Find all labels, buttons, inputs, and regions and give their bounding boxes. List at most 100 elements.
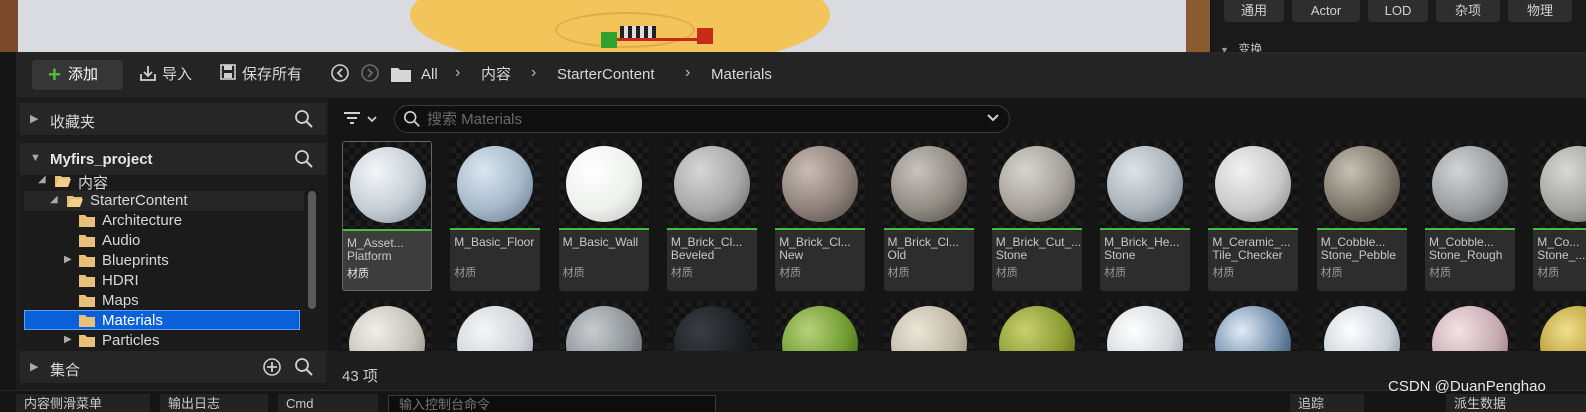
asset-tile[interactable] [883,301,974,351]
level-viewport[interactable] [0,0,1210,52]
breadcrumb-content[interactable]: 内容 [481,65,511,85]
add-collection-icon[interactable] [262,357,282,380]
breadcrumb-all[interactable]: All [421,65,438,85]
chevron-right-icon[interactable]: › [455,64,460,82]
collections-label: 集合 [50,362,81,379]
material-sphere-icon [1432,306,1508,351]
tree-item-content[interactable]: ◢ 内容 [24,171,304,192]
asset-tile[interactable]: M_Cobble... Stone_Pebble 材质 [1316,141,1407,291]
asset-thumbnail [775,301,866,351]
details-tab-physics[interactable]: 物理 [1508,0,1572,22]
chevron-right-icon[interactable]: › [531,64,536,82]
expand-arrow-icon[interactable]: ▶ [64,334,72,345]
asset-tile[interactable]: M_Brick_Cut_... Stone 材质 [991,141,1082,291]
content-browser-toolbar: + 添加 导入 保存所有 All › 内容 › StarterContent ›… [16,53,1586,97]
asset-type: 材质 [454,267,477,279]
asset-thumbnail [883,301,974,351]
derived-data-button[interactable]: 派生数据 [1446,394,1586,412]
asset-thumbnail [991,141,1082,229]
asset-name: M_Brick_He... Stone [1104,236,1188,262]
asset-tile[interactable] [558,301,649,351]
asset-tile[interactable] [1208,301,1299,351]
asset-search-box[interactable] [394,105,1010,133]
derived-data-label: 派生数据 [1454,396,1507,411]
material-sphere-icon [1323,306,1400,351]
asset-search-input[interactable] [427,109,967,129]
asset-type: 材质 [1104,267,1127,279]
asset-tile[interactable]: M_Cobble... Stone_Rough 材质 [1425,141,1515,291]
trace-button[interactable]: 追踪 [1290,394,1364,412]
material-sphere-icon [1323,146,1400,222]
save-icon [219,63,237,86]
breadcrumb-materials[interactable]: Materials [711,65,772,85]
asset-thumbnail [1208,301,1299,351]
details-tab-actor[interactable]: Actor [1292,0,1360,22]
favorites-header[interactable]: ▶ 收藏夹 [20,103,326,135]
tree-item-audio[interactable]: Audio [24,231,304,251]
asset-tile[interactable] [342,301,432,351]
asset-thumbnail [343,142,431,230]
tree-item-materials[interactable]: Materials [24,310,300,330]
details-tab-lod[interactable]: LOD [1368,0,1428,22]
bottom-status-bar: 内容侧滑菜单 输出日志 Cmd 追踪 派生数据 [0,390,1586,412]
back-icon[interactable] [330,63,350,88]
gizmo-y-handle[interactable] [601,32,617,48]
save-all-button[interactable]: 保存所有 [242,65,302,85]
asset-thumbnail [1100,301,1191,351]
tree-item-maps[interactable]: Maps [24,291,304,311]
asset-tile[interactable] [991,301,1082,351]
tree-item-particles[interactable]: ▶ Particles [24,331,304,351]
search-icon[interactable] [294,357,314,380]
tree-item-hdri[interactable]: HDRI [24,271,304,291]
asset-tile[interactable] [666,301,757,351]
filter-icon[interactable] [342,109,382,132]
import-button[interactable]: 导入 [162,65,192,85]
asset-tile[interactable] [450,301,541,351]
asset-tile[interactable]: M_Basic_Wall 材质 [558,141,649,291]
search-icon[interactable] [294,109,314,132]
tree-item-blueprints[interactable]: ▶ Blueprints [24,251,304,271]
gizmo-x-axis[interactable] [617,38,697,41]
details-tab-misc[interactable]: 杂项 [1436,0,1500,22]
tree-item-architecture[interactable]: Architecture [24,211,304,231]
cmd-dropdown[interactable]: Cmd [278,394,378,412]
open-folder-icon [66,194,84,208]
chevron-right-icon[interactable]: › [685,64,690,82]
breadcrumb-startercontent[interactable]: StarterContent [557,65,655,85]
asset-tile[interactable]: M_Brick_Cl... Beveled 材质 [666,141,757,291]
add-button[interactable]: + 添加 [32,60,123,90]
asset-thumbnail [1208,141,1299,229]
asset-tile[interactable] [1100,301,1191,351]
expand-arrow-icon[interactable]: ▶ [64,254,72,265]
chevron-down-icon[interactable] [985,110,1001,129]
asset-name-line1: M_Basic_Floor [454,236,535,249]
asset-tile[interactable]: M_Brick_Cl... New 材质 [775,141,866,291]
details-tab-general[interactable]: 通用 [1224,0,1284,22]
search-icon[interactable] [294,149,314,172]
asset-name: M_Cobble... Stone_Rough [1429,236,1513,262]
material-sphere-icon [998,146,1075,222]
asset-tile[interactable]: M_Co... Stone_... 材质 [1533,141,1586,291]
output-log-label: 输出日志 [168,396,221,411]
gizmo-x-handle[interactable] [697,28,713,44]
asset-tile[interactable]: M_Ceramic_... Tile_Checker 材质 [1208,141,1299,291]
tree-item-startercontent[interactable]: ◢ StarterContent [24,191,304,211]
asset-tile[interactable] [1533,301,1586,351]
forward-icon[interactable] [360,63,380,88]
asset-tile[interactable]: M_Brick_Cl... Old 材质 [883,141,974,291]
asset-tile[interactable]: M_Brick_He... Stone 材质 [1100,141,1191,291]
content-drawer-button[interactable]: 内容侧滑菜单 [16,394,150,412]
asset-tile[interactable] [1316,301,1407,351]
collections-header[interactable]: ▶ 集合 [20,351,326,383]
asset-tile[interactable]: M_Basic_Floor 材质 [450,141,541,291]
tree-item-label: Blueprints [102,252,169,269]
output-log-button[interactable]: 输出日志 [160,394,268,412]
console-input[interactable] [388,395,716,412]
asset-tile[interactable]: M_Asset... Platform 材质 [342,141,432,291]
asset-tile[interactable] [775,301,866,351]
tree-scrollbar[interactable] [308,191,316,309]
collapse-arrow-icon: ◢ [38,174,46,185]
asset-name-line2: Stone_Rough [1429,248,1503,262]
asset-tile[interactable] [1425,301,1515,351]
expand-arrow-icon: ▶ [30,361,39,373]
